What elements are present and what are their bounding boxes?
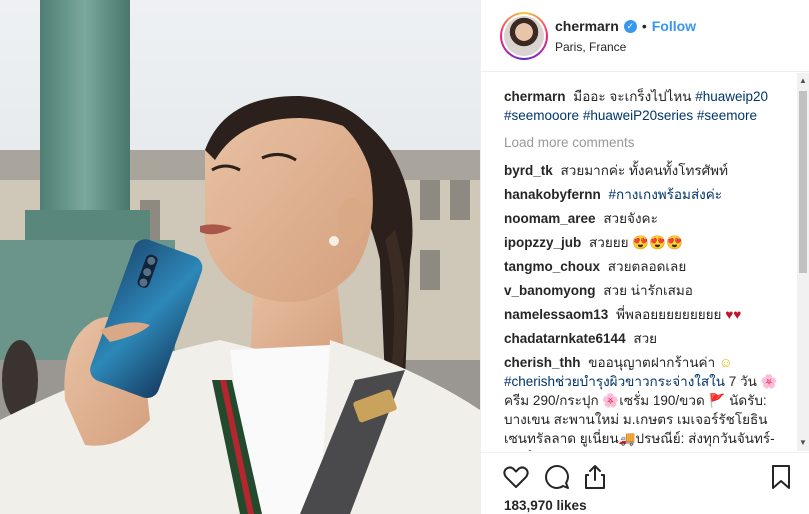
share-icon[interactable] xyxy=(581,463,609,491)
comment-text: ครีม 290/กระปุก xyxy=(504,393,599,408)
flower-emoji-icon: 🌸 xyxy=(760,374,778,389)
post-details-panel: chermarn ✓ • Follow Paris, France cherma… xyxy=(480,0,809,514)
post-header: chermarn ✓ • Follow Paris, France xyxy=(481,0,809,72)
likes-count[interactable]: 183,970 likes xyxy=(504,498,587,513)
comment-item: chadatarnkate6144 สวย xyxy=(504,329,794,348)
heart-icon[interactable] xyxy=(502,463,530,491)
scroll-up-arrow-icon[interactable]: ▲ xyxy=(797,75,809,87)
avatar-image xyxy=(504,16,544,56)
comment-item: noomam_aree สวยจังคะ xyxy=(504,209,794,228)
comment-username[interactable]: noomam_aree xyxy=(504,211,596,226)
comment-text: สวย น่ารักเสมอ xyxy=(603,283,693,298)
hashtag-link[interactable]: #seemore xyxy=(697,108,757,123)
hashtag-link[interactable]: #huaweip20 xyxy=(695,89,768,104)
scroll-down-arrow-icon[interactable]: ▼ xyxy=(797,437,809,449)
hearts-emoji-icon: ♥♥ xyxy=(725,307,742,322)
bookmark-icon[interactable] xyxy=(767,463,795,491)
comment-text: สวย xyxy=(633,331,658,346)
username-row: chermarn ✓ • Follow xyxy=(555,18,696,34)
comment-text: สวยตลอดเลย xyxy=(607,259,687,274)
post-photo-illustration xyxy=(0,0,480,514)
separator-dot: • xyxy=(641,18,647,34)
load-more-comments-button[interactable]: Load more comments xyxy=(504,133,794,152)
location-link[interactable]: Paris, France xyxy=(555,40,626,54)
comment-text: ขออนุญาตฝากร้านค่า xyxy=(588,355,716,370)
comment-item: byrd_tk สวยมากค่ะ ทั้งคนทั้งโทรศัพท์ xyxy=(504,161,794,180)
avatar[interactable] xyxy=(500,12,548,60)
scrollbar-thumb[interactable] xyxy=(799,91,807,273)
comment-text: สวยยย xyxy=(589,235,629,250)
flag-emoji-icon: 🚩 xyxy=(708,393,726,408)
comment-item: tangmo_choux สวยตลอดเลย xyxy=(504,257,794,276)
comment-username[interactable]: namelessaom13 xyxy=(504,307,608,322)
comment-item: namelessaom13 พี่พลอยยยยยยยยย ♥♥ xyxy=(504,305,794,324)
comment-item: cherish_thh ขออนุญาตฝากร้านค่า ☺ #cheris… xyxy=(504,353,794,451)
caption-text: มืออะ จะเกร็งไปไหน xyxy=(573,89,692,104)
comment-text: สวยจังคะ xyxy=(603,211,658,226)
comment-text: เซรั่ม 190/ขวด xyxy=(619,393,705,408)
hashtag-link[interactable]: #กางเกงพร้อมส่งค่ะ xyxy=(609,187,723,202)
caption: chermarn มืออะ จะเกร็งไปไหน #huaweip20 #… xyxy=(504,87,794,125)
comment-item: ipopzzy_jub สวยยย 😍😍😍 xyxy=(504,233,794,252)
heart-eyes-emoji-icon: 😍😍😍 xyxy=(632,235,683,250)
flower-emoji-icon: 🌸 xyxy=(602,393,620,408)
comment-username[interactable]: chadatarnkate6144 xyxy=(504,331,626,346)
username-link[interactable]: chermarn xyxy=(555,18,619,34)
hashtag-link[interactable]: #huaweiP20series xyxy=(583,108,693,123)
comment-username[interactable]: chermarn xyxy=(504,89,566,104)
comment-item: hanakobyfernn #กางเกงพร้อมส่งค่ะ xyxy=(504,185,794,204)
comment-username[interactable]: v_banomyong xyxy=(504,283,596,298)
comment-text: 7 วัน xyxy=(728,374,757,389)
comments-scrollbar[interactable]: ▲ ▼ xyxy=(797,73,809,451)
hashtag-link[interactable]: #cherishช่วยบำรุงผิวขาวกระจ่างใสใน xyxy=(504,374,725,389)
comment-username[interactable]: cherish_thh xyxy=(504,355,581,370)
smile-emoji-icon: ☺ xyxy=(718,355,733,370)
comment-username[interactable]: tangmo_choux xyxy=(504,259,600,274)
comments-list[interactable]: chermarn มืออะ จะเกร็งไปไหน #huaweip20 #… xyxy=(481,73,809,451)
post-actions: 183,970 likes xyxy=(481,452,809,514)
post-photo[interactable] xyxy=(0,0,480,514)
comment-username[interactable]: hanakobyfernn xyxy=(504,187,601,202)
verified-badge-icon: ✓ xyxy=(623,19,637,33)
hashtag-link[interactable]: #seemooore xyxy=(504,108,579,123)
comment-item: v_banomyong สวย น่ารักเสมอ xyxy=(504,281,794,300)
comment-username[interactable]: ipopzzy_jub xyxy=(504,235,581,250)
truck-emoji-icon: 🚚 xyxy=(618,431,636,446)
comment-text: สวยมากค่ะ ทั้งคนทั้งโทรศัพท์ xyxy=(560,163,728,178)
follow-button[interactable]: Follow xyxy=(652,18,696,34)
comment-username[interactable]: byrd_tk xyxy=(504,163,553,178)
comment-text: พี่พลอยยยยยยยยย xyxy=(616,307,722,322)
comment-icon[interactable] xyxy=(542,463,570,491)
